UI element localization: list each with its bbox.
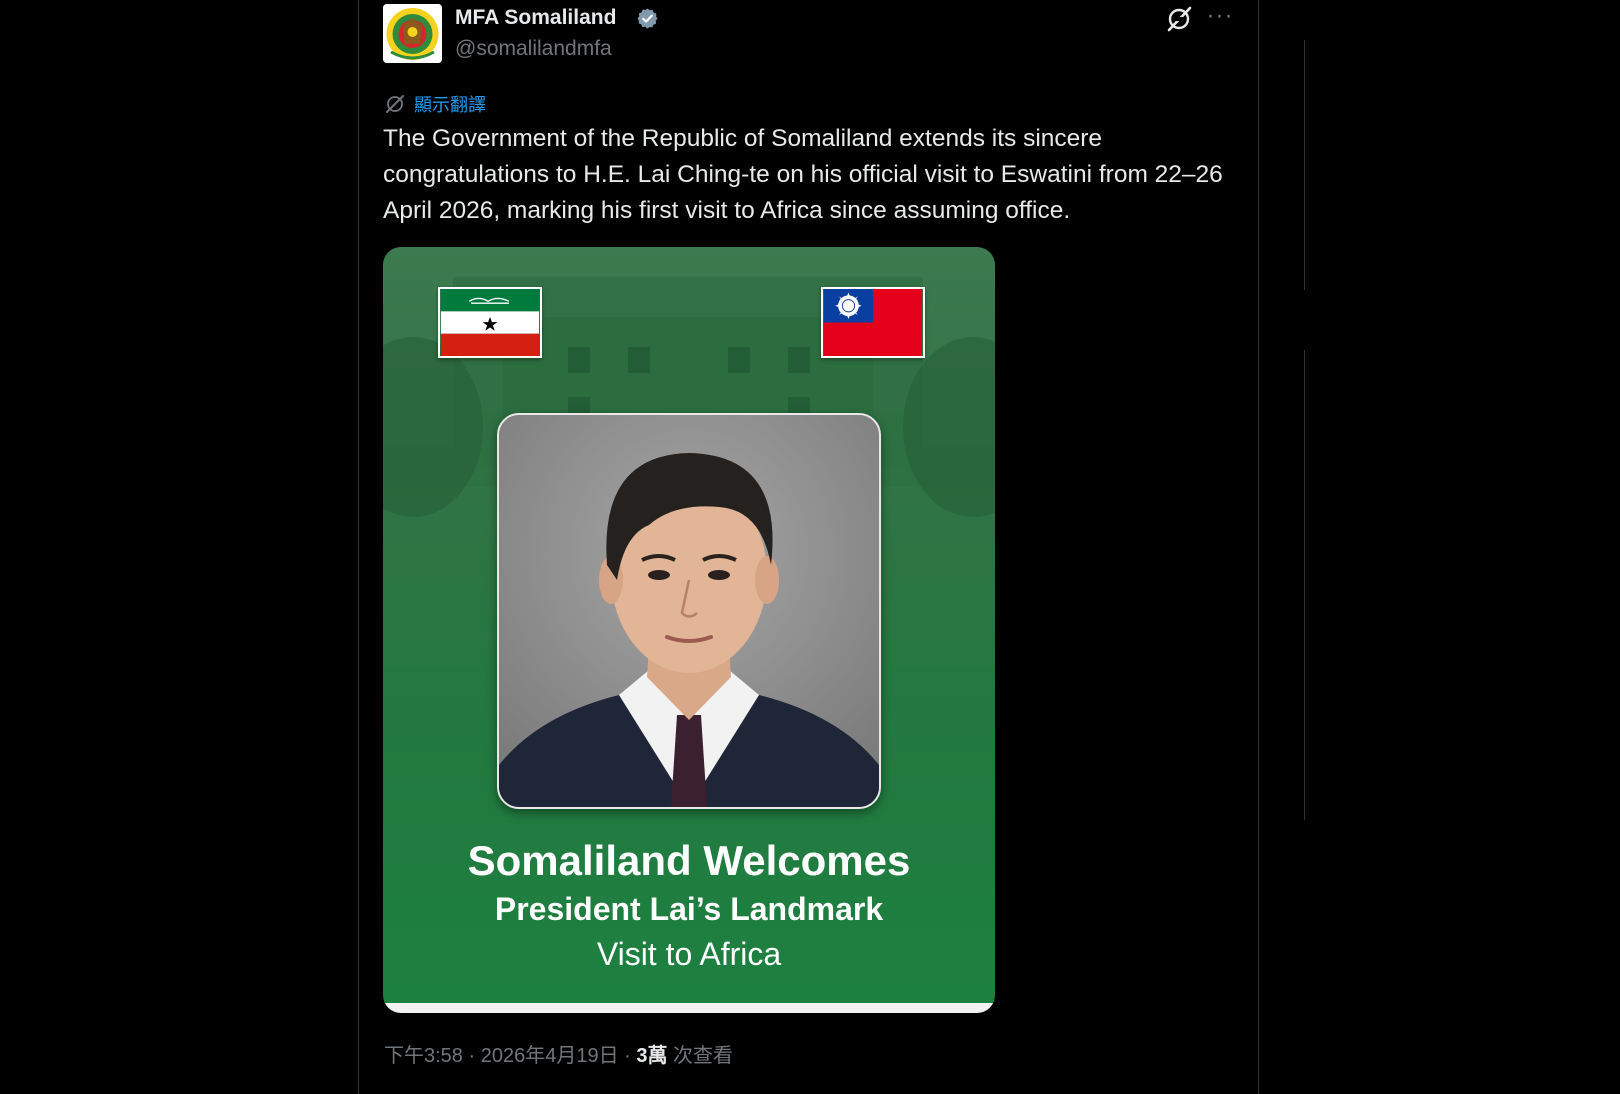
timeline-border-right	[1258, 0, 1259, 1094]
verified-badge-icon	[637, 8, 658, 29]
post-date[interactable]: 2026年4月19日	[481, 1045, 619, 1067]
image-subheadline: President Lai’s Landmark	[494, 891, 884, 927]
sidebar-divider	[1304, 350, 1305, 820]
post-image[interactable]: Somaliland Welcomes President Lai’s Land…	[383, 247, 995, 1013]
post-time[interactable]: 下午3:58	[384, 1045, 463, 1067]
coat-of-arms-icon	[383, 4, 442, 63]
image-headline: Somaliland Welcomes	[467, 837, 911, 884]
portrait-illustration	[499, 415, 879, 807]
timeline-border-left	[358, 0, 359, 1094]
flag-right	[821, 287, 925, 358]
meta-separator: ·	[618, 1045, 637, 1067]
views-label: 次查看	[667, 1045, 734, 1067]
sidebar-divider	[1304, 40, 1305, 290]
image-subheadline-2: Visit to Africa	[596, 936, 782, 972]
translate-icon	[386, 95, 404, 113]
show-translation-link[interactable]: 顯示翻譯	[384, 92, 486, 116]
avatar[interactable]	[383, 4, 442, 63]
grok-button[interactable]	[1164, 4, 1194, 34]
image-bottom-bar	[383, 1003, 995, 1013]
meta-separator: ·	[462, 1045, 481, 1067]
president-portrait	[497, 413, 881, 809]
author-name[interactable]: MFA Somaliland	[455, 6, 616, 30]
post-text: The Government of the Republic of Somali…	[383, 125, 1223, 224]
grok-icon	[1167, 6, 1192, 32]
author-handle[interactable]: @somalilandmfa	[455, 37, 612, 61]
views-count: 3萬	[636, 1045, 668, 1067]
more-button[interactable]: ···	[1205, 4, 1235, 34]
post-metadata: 下午3:58 · 2026年4月19日 · 3萬 次查看	[384, 1039, 733, 1068]
more-icon: ···	[1206, 2, 1234, 29]
flag-left	[438, 287, 542, 358]
show-translation-label: 顯示翻譯	[414, 95, 486, 115]
